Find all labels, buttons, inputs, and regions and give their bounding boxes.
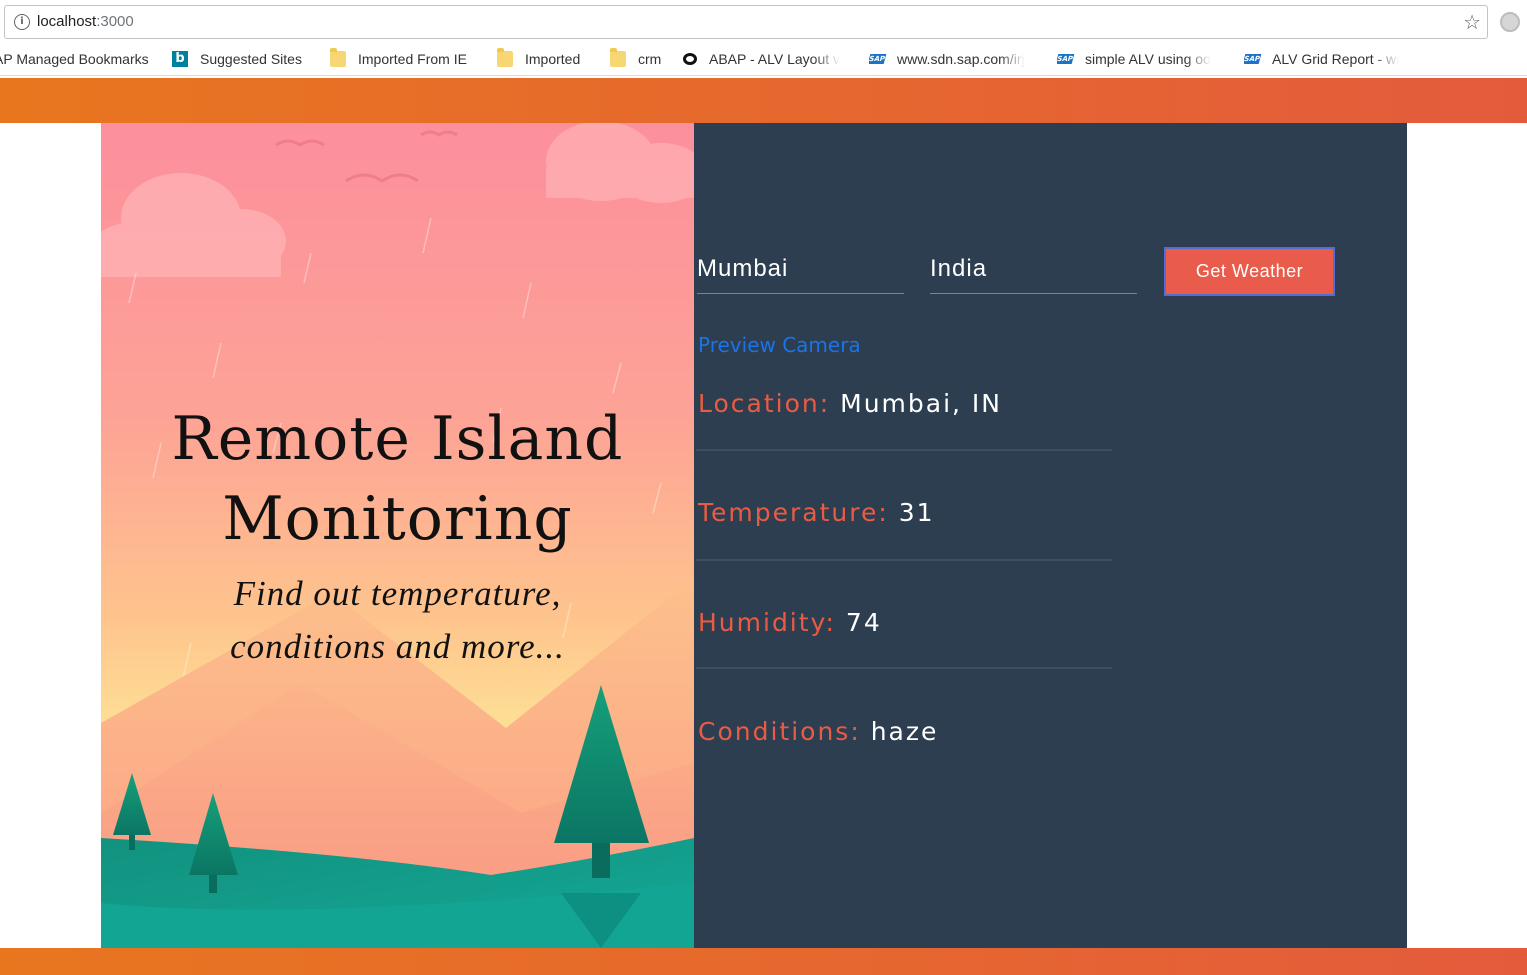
location-value: Mumbai, IN	[840, 389, 1002, 418]
folder-icon	[497, 48, 513, 67]
bing-icon: b	[172, 51, 188, 67]
location-label: Location:	[698, 389, 831, 418]
bookmark-label: simple ALV using oo	[1085, 51, 1211, 67]
bookmark-label: crm	[638, 51, 662, 67]
humidity-row: Humidity: 74	[698, 608, 882, 637]
top-gradient-bar	[0, 78, 1527, 123]
folder-icon	[610, 48, 626, 67]
sap-icon: SAP	[1244, 54, 1262, 64]
humidity-value: 74	[845, 608, 882, 637]
address-bar[interactable]: i localhost:3000 ☆	[4, 5, 1488, 39]
hero-title-line: Monitoring	[222, 484, 573, 554]
temperature-row: Temperature: 31	[698, 498, 935, 527]
city-input[interactable]	[697, 246, 904, 292]
bookmark-crm[interactable]: crm	[610, 44, 672, 74]
conditions-label: Conditions:	[698, 717, 861, 746]
conditions-value: haze	[870, 717, 939, 746]
country-input[interactable]	[930, 246, 1137, 292]
bookmark-label: Imported	[525, 51, 581, 67]
bookmark-label: ALV Grid Report - wi	[1272, 51, 1400, 67]
bookmark-imported[interactable]: Imported	[497, 44, 597, 74]
ring-icon	[683, 53, 697, 65]
bookmark-label: AP Managed Bookmarks	[0, 51, 149, 67]
divider	[696, 449, 1112, 451]
url-host: localhost	[37, 13, 97, 30]
folder-icon	[330, 48, 346, 67]
extension-icon[interactable]	[1500, 12, 1520, 32]
bookmark-alv-grid-report[interactable]: SAP ALV Grid Report - wi	[1244, 44, 1419, 74]
temperature-label: Temperature:	[698, 498, 889, 527]
bookmark-star-icon[interactable]: ☆	[1463, 10, 1481, 34]
hero-illustration: Remote Island Monitoring Find out temper…	[101, 123, 694, 948]
bookmark-label: Imported From IE	[358, 51, 467, 67]
sap-icon: SAP	[869, 54, 887, 64]
hero-title-line: Remote Island	[171, 404, 624, 474]
get-weather-button[interactable]: Get Weather	[1164, 247, 1335, 296]
location-row: Location: Mumbai, IN	[698, 389, 1002, 418]
conditions-row: Conditions: haze	[698, 717, 938, 746]
address-url[interactable]: localhost:3000	[37, 13, 134, 30]
bookmark-label: Suggested Sites	[200, 51, 302, 67]
bookmark-abap-alv-layout[interactable]: ABAP - ALV Layout v	[683, 44, 853, 74]
sap-icon: SAP	[1057, 54, 1075, 64]
divider	[696, 559, 1112, 561]
hero-subtitle-line: conditions and more...	[230, 627, 565, 666]
weather-panel: Get Weather Preview Camera Location: Mum…	[694, 123, 1407, 948]
country-field	[930, 246, 1137, 294]
browser-toolbar: i localhost:3000 ☆	[0, 0, 1527, 44]
url-port: :3000	[96, 13, 134, 30]
weather-card: Remote Island Monitoring Find out temper…	[101, 123, 1407, 948]
hero-subtitle: Find out temperature, conditions and mor…	[101, 567, 694, 673]
hero-title: Remote Island Monitoring	[101, 399, 694, 559]
humidity-label: Humidity:	[698, 608, 836, 637]
bookmark-label: www.sdn.sap.com/irj	[897, 51, 1025, 67]
hero-subtitle-line: Find out temperature,	[233, 574, 562, 613]
info-icon[interactable]: i	[14, 14, 30, 30]
preview-camera-link[interactable]: Preview Camera	[698, 333, 861, 357]
bookmark-label: ABAP - ALV Layout v	[709, 51, 841, 67]
bookmark-imported-from-ie[interactable]: Imported From IE	[330, 44, 485, 74]
temperature-value: 31	[898, 498, 935, 527]
bookmark-suggested-sites[interactable]: b Suggested Sites	[172, 44, 317, 74]
bookmark-simple-alv[interactable]: SAP simple ALV using oo	[1057, 44, 1229, 74]
bookmark-sdn-sap[interactable]: SAP www.sdn.sap.com/irj	[869, 44, 1041, 74]
divider	[696, 667, 1112, 669]
city-field	[697, 246, 904, 294]
bookmarks-bar: AP Managed Bookmarks b Suggested Sites I…	[0, 44, 1527, 76]
bottom-gradient-bar	[0, 948, 1527, 975]
bookmark-managed[interactable]: AP Managed Bookmarks	[0, 44, 159, 74]
